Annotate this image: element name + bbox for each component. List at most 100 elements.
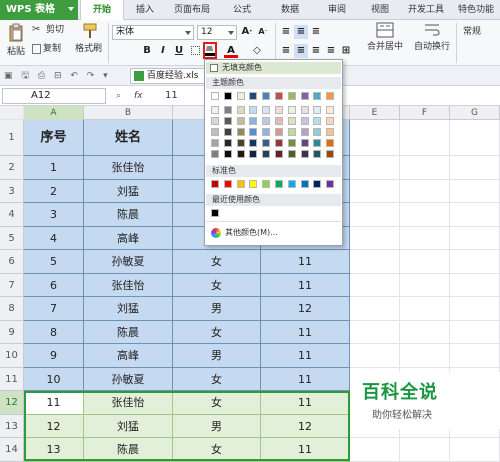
tab-4[interactable]: 公式 xyxy=(220,0,264,20)
clear-format-icon[interactable]: ◇ xyxy=(250,44,264,58)
standard-color-swatch[interactable] xyxy=(300,180,309,188)
theme-shade-swatch[interactable] xyxy=(211,128,219,136)
copy-button[interactable]: 复制 xyxy=(32,42,61,56)
table-cell[interactable]: 男 xyxy=(173,344,261,368)
theme-shade-swatch[interactable] xyxy=(300,106,309,114)
theme-color-swatch[interactable] xyxy=(211,92,219,100)
theme-color-swatch[interactable] xyxy=(275,92,283,100)
standard-color-swatch[interactable] xyxy=(275,180,283,188)
table-cell[interactable]: 4 xyxy=(24,226,84,250)
theme-color-swatch[interactable] xyxy=(249,92,258,100)
theme-shade-swatch[interactable] xyxy=(313,106,322,114)
empty-cell[interactable] xyxy=(350,156,400,180)
file-tab[interactable]: 百度经验.xls xyxy=(130,68,210,84)
table-cell[interactable]: 孙敏夏 xyxy=(84,367,173,391)
align-left-icon[interactable]: ≡ xyxy=(279,44,293,58)
table-cell[interactable]: 陈晨 xyxy=(84,320,173,344)
theme-shade-swatch[interactable] xyxy=(326,106,335,114)
theme-shade-swatch[interactable] xyxy=(223,128,232,136)
theme-shade-swatch[interactable] xyxy=(236,150,245,158)
header-cell[interactable]: 姓名 xyxy=(84,120,173,156)
distribute-icon[interactable]: ⊞ xyxy=(339,44,353,58)
theme-shade-swatch[interactable] xyxy=(211,117,219,125)
fx-icon[interactable]: fx xyxy=(134,89,143,103)
table-cell[interactable]: 女 xyxy=(173,320,261,344)
standard-color-swatch[interactable] xyxy=(223,180,232,188)
theme-shade-swatch[interactable] xyxy=(313,150,322,158)
border-icon[interactable] xyxy=(188,44,202,58)
no-fill-option[interactable]: 无填充颜色 xyxy=(206,62,341,74)
header-cell[interactable]: 序号 xyxy=(24,120,84,156)
column-header[interactable]: E xyxy=(350,106,400,120)
more-colors-option[interactable]: 其他颜色(M)... xyxy=(211,226,278,240)
theme-shade-swatch[interactable] xyxy=(262,128,271,136)
table-cell[interactable]: 张佳怡 xyxy=(84,156,173,180)
app-menu-button[interactable]: WPS 表格 xyxy=(0,0,78,20)
empty-cell[interactable] xyxy=(400,250,450,274)
theme-shade-swatch[interactable] xyxy=(287,128,296,136)
tab-3[interactable]: 页面布局 xyxy=(166,0,218,20)
row-header[interactable]: 5 xyxy=(0,226,24,250)
theme-shade-swatch[interactable] xyxy=(249,106,258,114)
empty-cell[interactable] xyxy=(450,250,500,274)
theme-shade-swatch[interactable] xyxy=(249,150,258,158)
standard-color-swatch[interactable] xyxy=(236,180,245,188)
theme-shade-swatch[interactable] xyxy=(313,128,322,136)
table-cell[interactable]: 10 xyxy=(24,367,84,391)
theme-shade-swatch[interactable] xyxy=(275,150,283,158)
theme-shade-swatch[interactable] xyxy=(262,117,271,125)
empty-cell[interactable] xyxy=(400,179,450,203)
empty-cell[interactable] xyxy=(400,156,450,180)
table-cell[interactable]: 高峰 xyxy=(84,344,173,368)
increase-font-icon[interactable]: A⁺ xyxy=(240,25,254,39)
theme-shade-swatch[interactable] xyxy=(223,150,232,158)
empty-cell[interactable] xyxy=(450,226,500,250)
align-middle-icon[interactable]: ≡ xyxy=(294,25,308,39)
tab-2[interactable]: 插入 xyxy=(126,0,164,20)
theme-shade-swatch[interactable] xyxy=(236,128,245,136)
recent-color-swatch[interactable] xyxy=(211,209,219,217)
empty-cell[interactable] xyxy=(350,344,400,368)
empty-cell[interactable] xyxy=(400,203,450,227)
format-painter-button[interactable]: 格式刷 xyxy=(75,22,104,62)
empty-cell[interactable] xyxy=(350,297,400,321)
row-header[interactable]: 4 xyxy=(0,203,24,227)
formula-value[interactable]: 11 xyxy=(165,89,178,103)
theme-color-swatch[interactable] xyxy=(287,92,296,100)
theme-shade-swatch[interactable] xyxy=(262,139,271,147)
row-header[interactable]: 7 xyxy=(0,273,24,297)
font-size-select[interactable]: 12 xyxy=(197,25,237,40)
empty-cell[interactable] xyxy=(400,344,450,368)
empty-cell[interactable] xyxy=(350,179,400,203)
column-header[interactable]: A xyxy=(24,106,84,120)
theme-shade-swatch[interactable] xyxy=(249,128,258,136)
standard-color-swatch[interactable] xyxy=(287,180,296,188)
theme-color-swatch[interactable] xyxy=(223,92,232,100)
table-cell[interactable]: 女 xyxy=(173,273,261,297)
empty-cell[interactable] xyxy=(450,179,500,203)
table-cell[interactable]: 1 xyxy=(24,156,84,180)
empty-cell[interactable] xyxy=(350,438,400,462)
theme-shade-swatch[interactable] xyxy=(287,106,296,114)
align-top-icon[interactable]: ≡ xyxy=(279,25,293,39)
empty-cell[interactable] xyxy=(450,156,500,180)
table-cell[interactable]: 孙敏夏 xyxy=(84,250,173,274)
theme-shade-swatch[interactable] xyxy=(262,106,271,114)
table-cell[interactable]: 3 xyxy=(24,203,84,227)
standard-color-swatch[interactable] xyxy=(262,180,271,188)
theme-shade-swatch[interactable] xyxy=(326,128,335,136)
theme-shade-swatch[interactable] xyxy=(249,117,258,125)
standard-color-swatch[interactable] xyxy=(211,180,219,188)
tab-6[interactable]: 审阅 xyxy=(316,0,358,20)
table-cell[interactable]: 5 xyxy=(24,250,84,274)
empty-cell[interactable] xyxy=(450,297,500,321)
theme-shade-swatch[interactable] xyxy=(236,117,245,125)
row-header[interactable]: 9 xyxy=(0,320,24,344)
tab-8[interactable]: 开发工具 xyxy=(402,0,450,20)
empty-cell[interactable] xyxy=(350,320,400,344)
tab-1[interactable]: 开始 xyxy=(80,0,124,20)
theme-shade-swatch[interactable] xyxy=(275,139,283,147)
italic-button[interactable]: I xyxy=(156,44,170,58)
table-cell[interactable]: 陈晨 xyxy=(84,203,173,227)
theme-color-swatch[interactable] xyxy=(236,92,245,100)
